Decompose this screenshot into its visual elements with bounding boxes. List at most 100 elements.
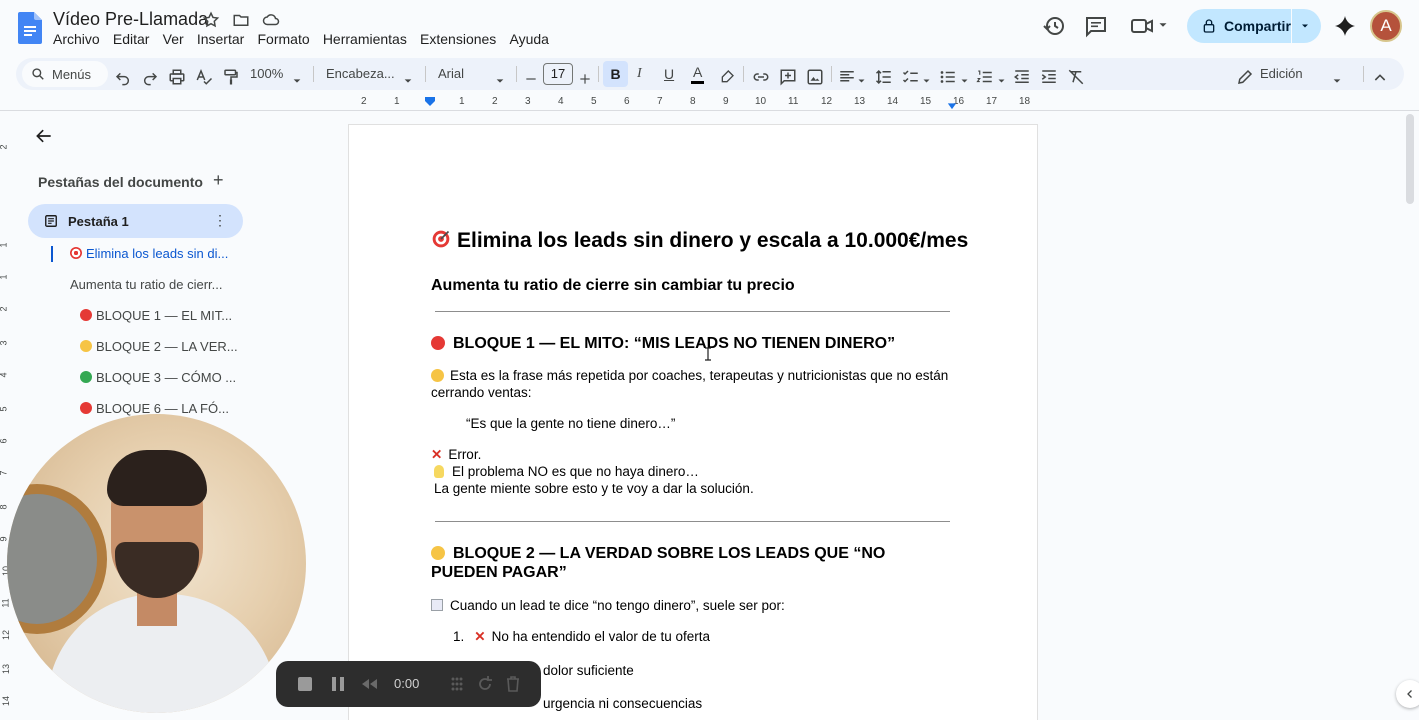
checklist-dropdown-icon[interactable] — [922, 69, 931, 93]
sidebar-tab-1[interactable]: Pestaña 1 ⋮ — [28, 204, 243, 238]
restart-icon[interactable] — [476, 675, 494, 693]
star-icon[interactable] — [202, 11, 220, 29]
meet-dropdown-icon[interactable] — [1156, 18, 1170, 32]
editing-mode-dropdown-icon[interactable] — [1332, 69, 1342, 93]
numbered-list-dropdown-icon[interactable] — [997, 69, 1006, 93]
paragraph-1[interactable]: Esta es la frase más repetida por coache… — [431, 367, 951, 401]
heading-2[interactable]: Aumenta tu ratio de cierre sin cambiar t… — [431, 277, 795, 295]
scroll-expand-button[interactable] — [1396, 680, 1419, 708]
underline-button[interactable]: U — [664, 62, 674, 86]
list-item-3[interactable]: urgencia ni consecuencias — [543, 695, 1063, 712]
scrollbar-thumb[interactable] — [1406, 114, 1414, 204]
spellcheck-icon[interactable] — [195, 65, 213, 89]
editing-mode-select[interactable]: Edición — [1260, 62, 1303, 86]
paragraph-2[interactable]: Cuando un lead te dice “no tengo dinero”… — [431, 597, 951, 614]
menu-editar[interactable]: Editar — [106, 31, 156, 47]
checklist-icon[interactable] — [902, 65, 920, 89]
increase-indent-icon[interactable] — [1040, 65, 1058, 89]
numbered-list-icon[interactable] — [976, 65, 994, 89]
bold-button[interactable]: B — [603, 61, 628, 87]
style-dropdown-icon[interactable] — [403, 69, 413, 93]
increase-font-size-icon[interactable] — [578, 67, 592, 91]
problem-line[interactable]: El problema NO es que no haya dinero… — [434, 463, 954, 480]
insert-image-icon[interactable] — [806, 65, 824, 89]
error-line[interactable]: ✕ Error. — [431, 446, 951, 463]
redo-icon[interactable] — [142, 66, 158, 90]
highlight-icon[interactable] — [719, 65, 735, 89]
recording-controls: 0:00 — [276, 661, 541, 707]
trash-icon[interactable] — [504, 675, 522, 693]
decrease-font-size-icon[interactable] — [524, 67, 538, 91]
lie-line[interactable]: La gente miente sobre esto y te voy a da… — [434, 480, 954, 497]
drag-handle-icon[interactable] — [448, 675, 466, 693]
paint-format-icon[interactable] — [222, 65, 240, 89]
text-color-button[interactable]: A — [691, 62, 705, 84]
bulleted-list-icon[interactable] — [939, 65, 957, 89]
document-page[interactable]: Elimina los leads sin dinero y escala a … — [348, 124, 1038, 720]
rewind-icon[interactable] — [360, 675, 378, 693]
list-item-1[interactable]: 1. ✕ No ha entendido el valor de tu oferta — [453, 628, 973, 645]
outline-item[interactable]: BLOQUE 1 — EL MIT... — [80, 308, 232, 323]
avatar[interactable]: A — [1370, 10, 1402, 42]
sidebar-tab-label: Pestaña 1 — [68, 214, 129, 229]
menu-insertar[interactable]: Insertar — [190, 31, 251, 47]
collapse-menus-icon[interactable] — [1372, 66, 1388, 90]
ruler-tick-label: 12 — [821, 96, 833, 107]
menu-ver[interactable]: Ver — [156, 31, 190, 47]
align-dropdown-icon[interactable] — [857, 69, 866, 93]
undo-icon[interactable] — [115, 66, 131, 90]
style-select[interactable]: Encabeza... — [326, 62, 395, 86]
back-arrow-icon[interactable] — [34, 126, 54, 146]
outline-item[interactable]: Aumenta tu ratio de cierr... — [70, 277, 222, 292]
stop-icon[interactable] — [296, 675, 314, 693]
zoom-select[interactable]: 100% — [250, 62, 283, 86]
webcam-overlay[interactable] — [7, 414, 306, 713]
tab-more-options-icon[interactable]: ⋮ — [213, 212, 227, 229]
gemini-icon[interactable] — [1333, 14, 1357, 38]
clear-formatting-icon[interactable] — [1067, 65, 1085, 89]
zoom-dropdown-icon[interactable] — [292, 69, 302, 93]
italic-button[interactable]: I — [637, 62, 642, 86]
add-tab-button[interactable]: + — [213, 170, 224, 191]
ruler-tick-label: 14 — [887, 96, 899, 107]
align-left-icon[interactable] — [838, 65, 856, 89]
menu-archivo[interactable]: Archivo — [53, 31, 106, 47]
meet-video-icon[interactable] — [1130, 14, 1154, 38]
print-icon[interactable] — [168, 65, 186, 89]
decrease-indent-icon[interactable] — [1013, 65, 1031, 89]
add-comment-icon[interactable] — [779, 65, 797, 89]
docs-logo-icon[interactable] — [18, 12, 42, 44]
font-select[interactable]: Arial — [438, 62, 464, 86]
block-1-heading[interactable]: BLOQUE 1 — EL MITO: “MIS LEADS NO TIENEN… — [431, 334, 951, 353]
outline-item[interactable]: Elimina los leads sin di... — [70, 246, 228, 261]
list-item-2[interactable]: dolor suficiente — [543, 662, 1063, 679]
outline-item[interactable]: BLOQUE 3 — CÓMO ... — [80, 370, 236, 385]
bulleted-list-dropdown-icon[interactable] — [960, 69, 969, 93]
font-dropdown-icon[interactable] — [495, 69, 505, 93]
document-title[interactable]: Vídeo Pre-Llamada — [53, 9, 208, 30]
comments-icon[interactable] — [1084, 14, 1108, 38]
red-circle-icon — [431, 336, 445, 350]
left-indent-marker-icon[interactable] — [424, 96, 436, 108]
font-size-input[interactable]: 17 — [543, 63, 573, 85]
menus-search[interactable]: Menús — [22, 61, 108, 87]
history-icon[interactable] — [1042, 14, 1066, 38]
line-spacing-icon[interactable] — [875, 65, 893, 89]
quote[interactable]: “Es que la gente no tiene dinero…” — [466, 415, 986, 432]
menu-herramientas[interactable]: Herramientas — [316, 31, 413, 47]
share-button[interactable]: Compartir — [1187, 9, 1321, 43]
menu-formato[interactable]: Formato — [251, 31, 316, 47]
move-folder-icon[interactable] — [232, 11, 250, 29]
share-dropdown-icon[interactable] — [1299, 20, 1311, 32]
pause-icon[interactable] — [329, 675, 347, 693]
insert-link-icon[interactable] — [752, 65, 770, 89]
ruler-tick-label: 7 — [657, 96, 663, 107]
outline-item[interactable]: BLOQUE 2 — LA VER... — [80, 339, 238, 354]
heading-1[interactable]: Elimina los leads sin dinero y escala a … — [431, 229, 968, 253]
right-indent-marker-icon[interactable] — [947, 100, 957, 110]
menu-extensiones[interactable]: Extensiones — [413, 31, 502, 47]
cloud-status-icon[interactable] — [262, 11, 280, 29]
menu-ayuda[interactable]: Ayuda — [503, 31, 556, 47]
horizontal-ruler[interactable]: 2 1 1 2 3 4 5 6 7 8 9 10 11 12 13 14 15 16 17 18 — [347, 94, 1039, 110]
block-2-heading[interactable]: BLOQUE 2 — LA VERDAD SOBRE LOS LEADS QUE… — [431, 544, 951, 582]
